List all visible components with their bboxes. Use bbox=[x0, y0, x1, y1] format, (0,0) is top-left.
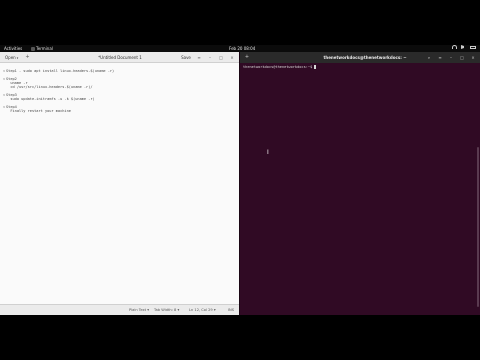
terminal-app-icon bbox=[31, 46, 35, 51]
terminal-scrollbar[interactable] bbox=[477, 147, 479, 307]
editor-line: Finally restart your machine bbox=[3, 109, 71, 113]
cursor-position[interactable]: Ln 12, Col 29 ▾ bbox=[189, 305, 216, 315]
minimize-icon[interactable]: – bbox=[206, 54, 214, 61]
maximize-icon[interactable]: □ bbox=[217, 54, 225, 61]
editor-line-text: Finally restart your machine bbox=[6, 109, 71, 113]
desktop-screen: Activities Terminal Feb 20 08:04 Open▾ +… bbox=[0, 45, 480, 315]
insert-mode-indicator: INS bbox=[228, 308, 235, 312]
save-button[interactable]: Save bbox=[179, 54, 193, 61]
i-beam-cursor-icon: I bbox=[267, 149, 269, 156]
document-title: *Untitled Document 1 bbox=[98, 55, 142, 60]
new-document-button[interactable]: + bbox=[23, 54, 32, 61]
open-button[interactable]: Open▾ bbox=[3, 54, 20, 61]
open-button-label: Open bbox=[5, 55, 16, 60]
editor-headerbar: Open▾ + *Untitled Document 1 Save ≡ – □ … bbox=[0, 52, 239, 63]
app-menu-label: Terminal bbox=[36, 46, 53, 51]
app-menu[interactable]: Terminal bbox=[31, 45, 53, 52]
editor-line: sudo update-initramfs -u -k $(uname -r) bbox=[3, 97, 95, 101]
maximize-icon[interactable]: □ bbox=[458, 54, 466, 61]
editor-line: vStep1 - sudo apt install linux-headers-… bbox=[3, 69, 114, 73]
prompt-text: thenetworkdocs@thenetworkdocs:~$ bbox=[243, 65, 315, 69]
terminal-title: thenetworkdocs@thenetworkdocs: ~ bbox=[323, 55, 407, 60]
terminal-prompt: thenetworkdocs@thenetworkdocs:~$ bbox=[243, 65, 473, 69]
network-icon bbox=[452, 45, 457, 49]
new-tab-icon[interactable]: + bbox=[243, 54, 251, 61]
text-cursor bbox=[314, 65, 317, 69]
editor-line-text: cd /usr/src/linux-headers-$(uname -r)/ bbox=[6, 85, 93, 89]
close-icon[interactable]: × bbox=[469, 54, 477, 61]
terminal-output[interactable]: thenetworkdocs@thenetworkdocs:~$ bbox=[243, 65, 473, 310]
close-icon[interactable]: × bbox=[228, 54, 236, 61]
language-selector[interactable]: Plain Text ▾ bbox=[129, 305, 149, 315]
terminal-window: + thenetworkdocs@thenetworkdocs: ~ ⌕ ≡ –… bbox=[239, 52, 480, 315]
minimize-icon[interactable]: – bbox=[447, 54, 455, 61]
top-bar: Activities Terminal Feb 20 08:04 bbox=[0, 45, 480, 52]
terminal-headerbar: + thenetworkdocs@thenetworkdocs: ~ ⌕ ≡ –… bbox=[240, 52, 480, 63]
editor-line: cd /usr/src/linux-headers-$(uname -r)/ bbox=[3, 85, 93, 89]
chevron-down-icon: ▾ bbox=[16, 56, 19, 60]
tab-width-selector[interactable]: Tab Width: 8 ▾ bbox=[154, 305, 179, 315]
editor-statusbar: Plain Text ▾ Tab Width: 8 ▾ Ln 12, Col 2… bbox=[0, 304, 239, 315]
editor-text-area[interactable]: vStep1 - sudo apt install linux-headers-… bbox=[0, 64, 239, 304]
text-editor-window: Open▾ + *Untitled Document 1 Save ≡ – □ … bbox=[0, 52, 239, 315]
system-status-area[interactable] bbox=[452, 45, 476, 49]
volume-icon bbox=[461, 45, 466, 49]
editor-line-text: Step1 - sudo apt install linux-headers-$… bbox=[6, 69, 115, 73]
search-icon[interactable]: ⌕ bbox=[425, 54, 433, 61]
activities-button[interactable]: Activities bbox=[4, 45, 22, 52]
editor-line-text: sudo update-initramfs -u -k $(uname -r) bbox=[6, 97, 95, 101]
battery-icon bbox=[470, 45, 476, 49]
hamburger-menu-icon[interactable]: ≡ bbox=[195, 54, 203, 61]
clock[interactable]: Feb 20 08:04 bbox=[229, 45, 255, 52]
hamburger-menu-icon[interactable]: ≡ bbox=[436, 54, 444, 61]
